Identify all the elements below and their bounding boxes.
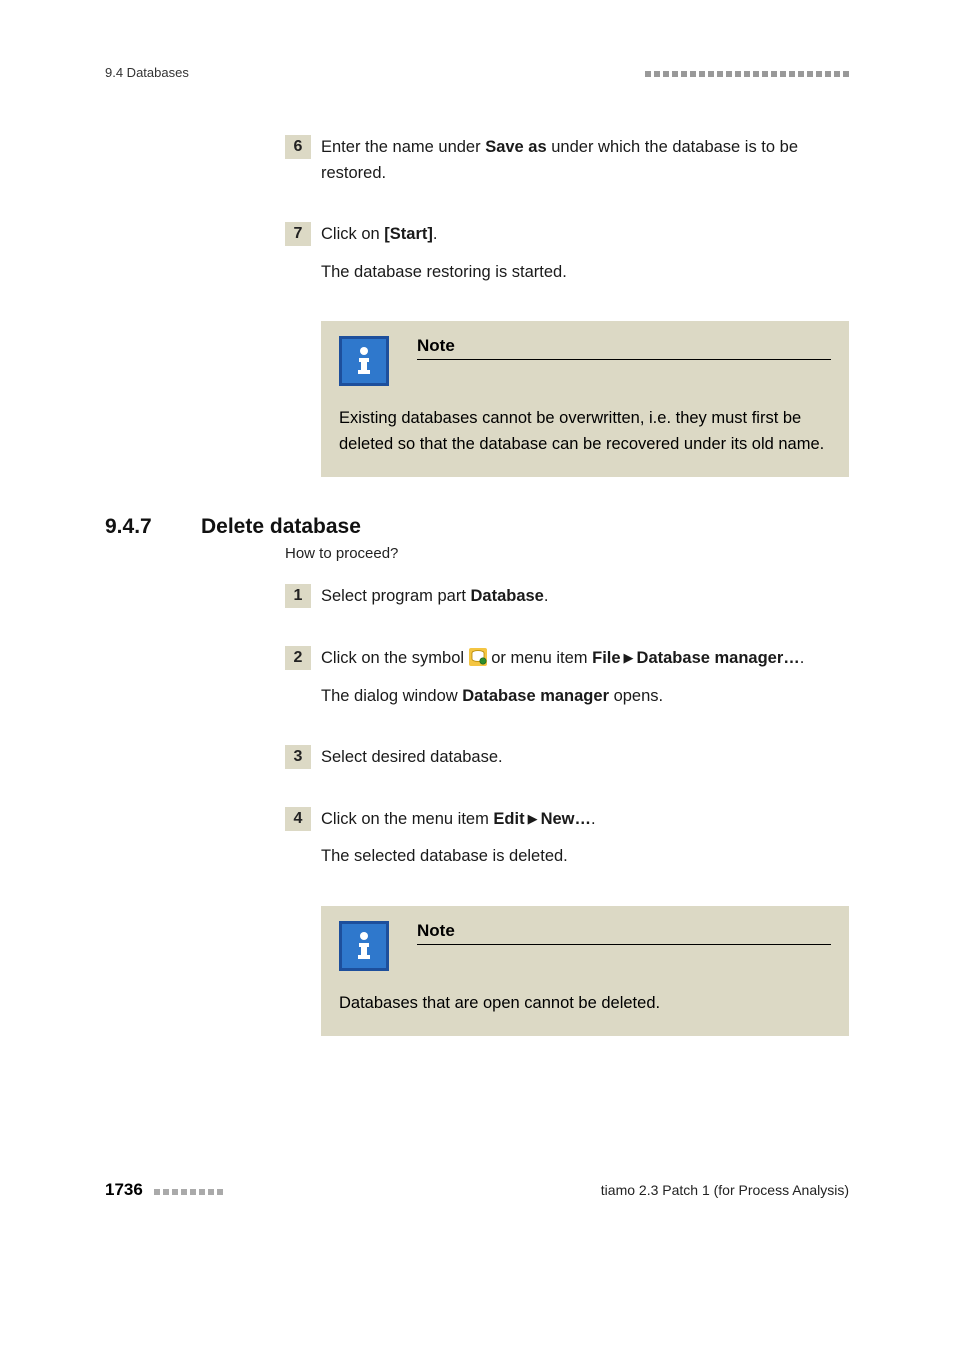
step-2: 2 Click on the symbol or menu item File▶…	[285, 646, 849, 721]
footer-product: tiamo 2.3 Patch 1 (for Process Analysis)	[601, 1182, 849, 1198]
menu-arrow-icon: ▶	[624, 650, 634, 665]
step-number-badge: 2	[285, 646, 311, 670]
step-body: Click on [Start]. The database restoring…	[321, 222, 849, 297]
step-body: Click on the menu item Edit▶New…. The se…	[321, 807, 849, 882]
step-6: 6 Enter the name under Save as under whi…	[285, 135, 849, 198]
step-body: Select desired database.	[321, 745, 849, 783]
content-block-2: 1 Select program part Database. 2 Click …	[285, 584, 849, 1036]
info-icon	[339, 336, 389, 386]
menu-arrow-icon: ▶	[528, 811, 538, 826]
note-body: Databases that are open cannot be delete…	[339, 991, 831, 1017]
content-block-1: 6 Enter the name under Save as under whi…	[285, 135, 849, 477]
page-footer: 1736 tiamo 2.3 Patch 1 (for Process Anal…	[105, 1180, 849, 1200]
note-box-2: Note Databases that are open cannot be d…	[321, 906, 849, 1037]
step-4: 4 Click on the menu item Edit▶New…. The …	[285, 807, 849, 882]
note-title: Note	[417, 336, 831, 360]
step-number-badge: 1	[285, 584, 311, 608]
section-title: Delete database	[201, 515, 361, 539]
step-body: Enter the name under Save as under which…	[321, 135, 849, 198]
step-body: Select program part Database.	[321, 584, 849, 622]
step-7: 7 Click on [Start]. The database restori…	[285, 222, 849, 297]
page: 9.4 Databases 6 Enter the name under Sav…	[0, 0, 954, 1350]
info-icon	[339, 921, 389, 971]
note-box-1: Note Existing databases cannot be overwr…	[321, 321, 849, 477]
footer-decoration	[151, 1182, 223, 1198]
header-decoration	[642, 65, 849, 80]
section-heading: 9.4.7 Delete database	[105, 515, 849, 539]
note-body: Existing databases cannot be overwritten…	[339, 406, 831, 457]
step-number-badge: 6	[285, 135, 311, 159]
step-number-badge: 7	[285, 222, 311, 246]
step-3: 3 Select desired database.	[285, 745, 849, 783]
page-number: 1736	[105, 1180, 143, 1200]
step-number-badge: 4	[285, 807, 311, 831]
step-sub-text: The database restoring is started.	[321, 260, 849, 286]
database-manager-icon	[469, 648, 487, 666]
header-section-label: 9.4 Databases	[105, 65, 189, 80]
how-to-proceed: How to proceed?	[285, 545, 849, 562]
step-body: Click on the symbol or menu item File▶Da…	[321, 646, 849, 721]
note-title: Note	[417, 921, 831, 945]
step-number-badge: 3	[285, 745, 311, 769]
step-1: 1 Select program part Database.	[285, 584, 849, 622]
section-number: 9.4.7	[105, 515, 201, 539]
running-header: 9.4 Databases	[105, 65, 849, 80]
